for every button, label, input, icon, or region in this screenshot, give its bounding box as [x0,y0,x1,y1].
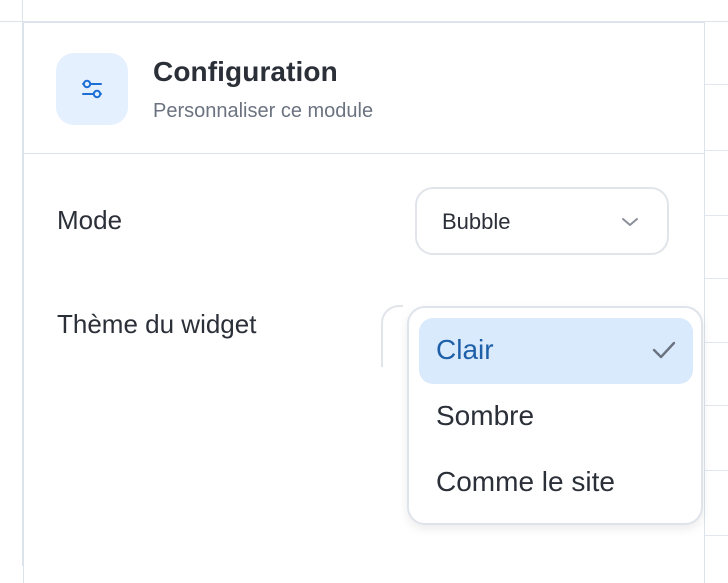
option-label: Sombre [436,400,535,431]
chevron-down-icon [621,215,639,233]
option-label: Comme le site [436,466,615,497]
mode-select[interactable]: Bubble [415,187,669,255]
option-clair[interactable]: Clair [419,318,693,384]
background-grid [704,0,728,566]
page-title: Configuration [153,56,338,87]
mode-label: Mode [57,205,123,235]
option-label: Clair [436,334,494,365]
theme-dropdown: Clair Sombre Comme le site [407,306,703,525]
theme-select[interactable] [381,305,403,367]
check-icon [651,339,677,366]
panel-header: Configuration Personnaliser ce module [24,23,704,154]
mode-select-value: Bubble [442,209,511,234]
option-comme-le-site[interactable]: Comme le site [419,450,693,516]
page-subtitle: Personnaliser ce module [153,100,374,122]
sliders-icon [56,53,128,125]
option-sombre[interactable]: Sombre [419,384,693,450]
theme-label: Thème du widget [57,309,257,339]
configuration-panel: Configuration Personnaliser ce module Mo… [23,22,705,583]
